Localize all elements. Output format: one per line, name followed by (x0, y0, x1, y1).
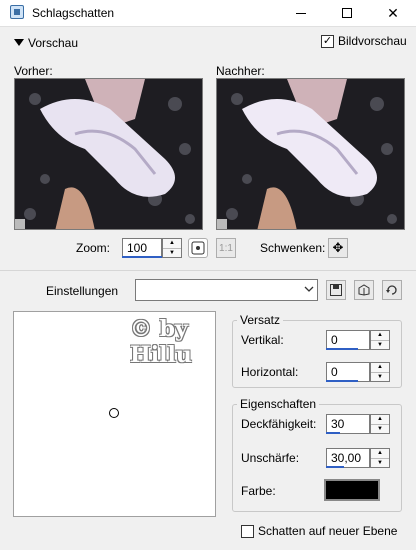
pan-button[interactable]: ✥ (328, 238, 348, 258)
close-icon: ✕ (387, 4, 399, 21)
save-preset-icon (330, 284, 342, 296)
pan-label: Schwenken: (260, 241, 326, 255)
separator (0, 270, 416, 271)
maximize-icon (342, 8, 352, 18)
zoom-spinner[interactable]: ▲ ▼ (162, 238, 182, 258)
color-label: Farbe: (241, 484, 276, 498)
zoom-label: Zoom: (76, 241, 111, 255)
vertical-input[interactable]: 0 (326, 330, 370, 350)
color-swatch[interactable] (324, 479, 380, 501)
collapse-triangle-icon (14, 39, 24, 46)
minimize-button[interactable] (278, 0, 324, 26)
zoom-underline (122, 256, 162, 258)
preview-toggle-label: Vorschau (28, 36, 79, 50)
show-preview-checkbox[interactable]: ✓ Bildvorschau (321, 34, 407, 48)
zoom-fit-button[interactable] (188, 238, 208, 258)
reset-icon (386, 285, 397, 295)
blur-label: Unschärfe: (241, 451, 300, 465)
maximize-button[interactable] (324, 0, 370, 26)
offset-canvas[interactable]: © by Hillu (13, 311, 216, 517)
shadow-new-layer-checkbox[interactable]: Schatten auf neuer Ebene (241, 524, 397, 538)
preview-toggle[interactable]: Vorschau (14, 36, 78, 50)
horizontal-label: Horizontal: (241, 365, 299, 379)
after-label: Nachher: (216, 64, 265, 78)
actual-size-icon: 1:1 (219, 242, 233, 254)
move-pan-icon: ✥ (332, 240, 344, 255)
vertical-label: Vertikal: (241, 333, 284, 347)
properties-group-title: Eigenschaften (237, 397, 320, 411)
show-preview-label: Bildvorschau (338, 34, 407, 48)
app-icon (10, 5, 24, 19)
blur-input[interactable]: 30,00 (326, 448, 370, 468)
opacity-input[interactable]: 30 (326, 414, 370, 434)
watermark-line-2: Hillu (130, 342, 192, 368)
blur-underline (326, 466, 344, 468)
reset-button[interactable] (382, 280, 402, 300)
window-title: Schlagschatten (32, 6, 115, 20)
before-preview-image[interactable] (14, 78, 203, 230)
blur-spinner[interactable]: ▲ ▼ (370, 448, 390, 468)
zoom-fit-icon (191, 241, 205, 255)
offset-group-title: Versatz (237, 313, 284, 327)
close-button[interactable]: ✕ (370, 0, 416, 26)
before-label: Vorher: (14, 64, 53, 78)
opacity-spinner[interactable]: ▲ ▼ (370, 414, 390, 434)
title-bar: Schlagschatten ✕ (0, 0, 416, 27)
checkbox-icon (241, 524, 254, 538)
opacity-underline (326, 432, 340, 434)
watermark: © by Hillu (130, 316, 192, 368)
minimize-icon (296, 12, 306, 14)
horizontal-underline (326, 380, 358, 382)
horizontal-input[interactable]: 0 (326, 362, 370, 382)
checkbox-icon: ✓ (321, 34, 334, 48)
zoom-input[interactable]: 100 (122, 238, 162, 258)
after-preview-image[interactable] (216, 78, 405, 230)
settings-label: Einstellungen (46, 284, 119, 298)
settings-dropdown[interactable] (135, 279, 318, 301)
horizontal-spinner[interactable]: ▲ ▼ (370, 362, 390, 382)
save-preset-button[interactable] (326, 280, 346, 300)
dropdown-chevron-icon (304, 286, 314, 292)
vertical-spinner[interactable]: ▲ ▼ (370, 330, 390, 350)
load-preset-icon (358, 284, 370, 296)
offset-handle[interactable] (109, 408, 119, 418)
shadow-new-layer-label: Schatten auf neuer Ebene (258, 524, 398, 538)
load-preset-button[interactable] (354, 280, 374, 300)
actual-size-button[interactable]: 1:1 (216, 238, 236, 258)
opacity-label: Deckfähigkeit: (241, 417, 317, 431)
vertical-underline (326, 348, 358, 350)
watermark-line-1: © by (130, 316, 188, 342)
